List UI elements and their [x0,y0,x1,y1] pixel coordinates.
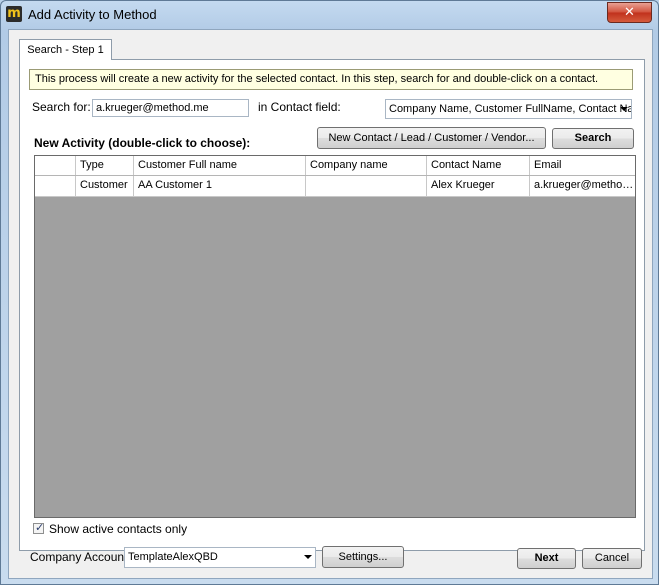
search-for-label: Search for: [32,100,91,114]
cell-company-name[interactable] [306,176,427,196]
cell-customer-full-name[interactable]: AA Customer 1 [134,176,306,196]
dialog-window: m Add Activity to Method ✕ Search - Step… [0,0,659,585]
row-header-corner [35,156,76,175]
search-input[interactable] [92,99,249,117]
grid-header: Type Customer Full name Company name Con… [35,156,635,176]
company-account-selected: TemplateAlexQBD [128,551,218,563]
company-account-dropdown[interactable]: TemplateAlexQBD [124,547,316,568]
cancel-button[interactable]: Cancel [582,548,642,569]
contact-field-dropdown[interactable]: Company Name, Customer FullName, Contact… [385,99,632,119]
title-bar[interactable]: m Add Activity to Method ✕ [1,1,658,29]
column-header-contact-name[interactable]: Contact Name [427,156,530,175]
results-grid[interactable]: Type Customer Full name Company name Con… [34,155,636,518]
column-header-email[interactable]: Email [530,156,635,175]
row-header[interactable] [35,176,76,196]
next-button[interactable]: Next [517,548,576,569]
show-active-label: Show active contacts only [49,522,188,536]
info-banner: This process will create a new activity … [29,69,633,90]
dialog-client-area: Search - Step 1 This process will create… [8,29,653,579]
column-header-company-name[interactable]: Company name [306,156,427,175]
tab-search-step-1[interactable]: Search - Step 1 [19,39,112,60]
window-title: Add Activity to Method [28,7,157,22]
close-button[interactable]: ✕ [607,2,652,23]
settings-button[interactable]: Settings... [322,546,404,568]
close-icon: ✕ [624,4,635,19]
contact-field-selected: Company Name, Customer FullName, Contact… [389,103,631,115]
chevron-down-icon [304,555,312,559]
column-header-customer-full-name[interactable]: Customer Full name [134,156,306,175]
cell-type[interactable]: Customer [76,176,134,196]
method-app-icon: m [6,6,22,22]
new-contact-button[interactable]: New Contact / Lead / Customer / Vendor..… [317,127,546,149]
column-header-type[interactable]: Type [76,156,134,175]
table-row[interactable]: Customer AA Customer 1 Alex Krueger a.kr… [35,176,635,197]
grid-caption: New Activity (double-click to choose): [34,136,251,150]
checkmark-icon: ✓ [35,522,45,534]
cell-email[interactable]: a.krueger@method.me [530,176,635,196]
show-active-checkbox[interactable]: ✓ [33,522,45,534]
company-account-label: Company Account [30,550,128,564]
cell-contact-name[interactable]: Alex Krueger [427,176,530,196]
chevron-down-icon [620,107,628,111]
contact-field-label: in Contact field: [258,100,341,114]
search-button[interactable]: Search [552,128,634,149]
